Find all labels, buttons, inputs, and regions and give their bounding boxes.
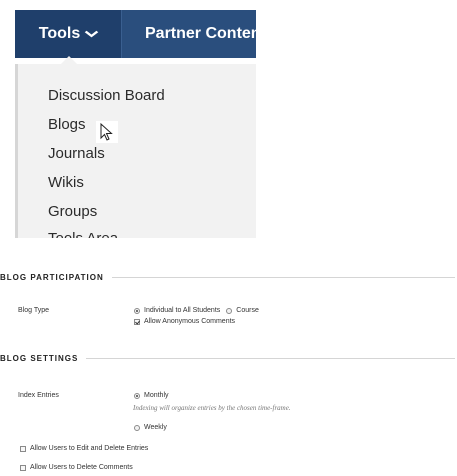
menu-item-discussion-board[interactable]: Discussion Board <box>48 87 165 104</box>
index-hint-text: Indexing will organize entries by the ch… <box>133 404 291 412</box>
menu-item-tools-area[interactable]: Tools Area <box>48 230 118 238</box>
tools-tab-label: Tools <box>38 25 81 42</box>
tools-dropdown: Discussion Board Blogs Journals Wikis Gr… <box>15 64 256 238</box>
blog-settings-heading: BLOG SETTINGS <box>0 351 457 365</box>
weekly-radio[interactable] <box>134 424 140 431</box>
tools-menu-panel: Tools Partner Content Discussion Board B… <box>15 10 256 238</box>
partner-content-label: Partner Content <box>145 25 256 42</box>
index-entries-label: Index Entries <box>18 392 59 399</box>
anonymous-comments-option: Allow Anonymous Comments <box>134 318 235 325</box>
delete-comments-label: Allow Users to Delete Comments <box>30 464 133 471</box>
section-divider <box>86 357 455 359</box>
blog-participation-heading: BLOG PARTICIPATION <box>0 270 457 284</box>
edit-delete-entries-option: Allow Users to Edit and Delete Entries <box>20 445 148 452</box>
edit-delete-entries-label: Allow Users to Edit and Delete Entries <box>30 445 149 452</box>
menu-item-journals[interactable]: Journals <box>48 145 105 162</box>
blog-participation-title: BLOG PARTICIPATION <box>0 272 104 282</box>
mouse-pointer-icon <box>96 121 118 143</box>
anonymous-comments-checkbox[interactable] <box>134 318 140 325</box>
monthly-option-label: Monthly <box>144 392 169 399</box>
individual-radio[interactable] <box>134 307 140 314</box>
delete-comments-checkbox[interactable] <box>20 464 26 471</box>
menu-item-wikis[interactable]: Wikis <box>48 174 84 191</box>
monthly-radio[interactable] <box>134 392 140 399</box>
weekly-option: Weekly <box>134 424 167 431</box>
menu-item-blogs[interactable]: Blogs <box>48 116 86 133</box>
course-option-label: Course <box>236 307 259 314</box>
individual-option-label: Individual to All Students <box>144 307 221 314</box>
partner-content-tab[interactable]: Partner Content <box>121 10 256 58</box>
blog-type-options: Individual to All Students Course <box>134 307 259 314</box>
section-divider <box>111 276 455 278</box>
blog-type-label: Blog Type <box>18 307 50 314</box>
delete-comments-option: Allow Users to Delete Comments <box>20 464 133 471</box>
top-navbar: Tools Partner Content <box>15 10 256 58</box>
monthly-option: Monthly <box>134 392 169 399</box>
chevron-down-icon <box>84 27 99 41</box>
weekly-option-label: Weekly <box>144 424 167 431</box>
menu-item-groups[interactable]: Groups <box>48 203 97 220</box>
course-radio[interactable] <box>226 307 233 314</box>
blog-settings-title: BLOG SETTINGS <box>0 353 79 363</box>
edit-delete-entries-checkbox[interactable] <box>20 445 26 452</box>
tools-tab[interactable]: Tools <box>15 10 121 58</box>
anonymous-comments-label: Allow Anonymous Comments <box>144 318 236 325</box>
